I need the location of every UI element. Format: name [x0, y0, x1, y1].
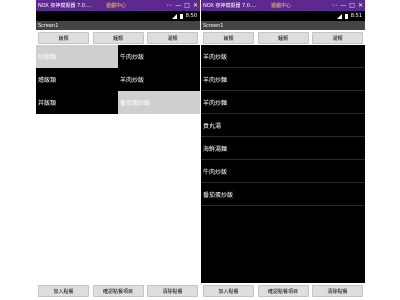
- window-controls: ⋯ — □ ✕: [166, 0, 198, 11]
- list-item[interactable]: 羊肉炒飯: [201, 45, 365, 68]
- noodle-category-button[interactable]: 麵類: [92, 32, 144, 44]
- list-item[interactable]: 羊肉炒麵: [201, 68, 365, 91]
- game-center-link[interactable]: 遊戲中心: [106, 2, 126, 9]
- list-item[interactable]: 番茄蛋炒飯: [201, 183, 365, 206]
- maximize-icon[interactable]: □: [184, 2, 190, 9]
- soup-category-button[interactable]: 湯類: [312, 32, 363, 44]
- order-actions: 加入點餐 確認點餐項目 清除點餐: [201, 285, 365, 297]
- status-time: 8:50: [185, 13, 197, 19]
- emulator-title-bar: NOX 夜神模擬器 7.0.... 遊戲中心 ⋯ — □ ✕: [36, 0, 200, 11]
- maximize-icon[interactable]: □: [349, 2, 355, 9]
- emulator-title-bar: NOX 夜神模擬器 7.0.... 遊戲中心 ⋯ — □ ✕: [201, 0, 365, 11]
- soup-category-button[interactable]: 湯類: [147, 32, 198, 44]
- grid-row: 丼飯類 番茄蛋炒飯: [36, 91, 200, 114]
- confirm-order-button[interactable]: 確認點餐項目: [92, 285, 144, 297]
- page: NOX 夜神模擬器 7.0.... 遊戲中心 ⋯ — □ ✕ 8:50 Scre…: [0, 0, 400, 300]
- confirm-order-button[interactable]: 確認點餐項目: [257, 285, 309, 297]
- emulator-app-label: NOX 夜神模擬器 7.0....: [203, 3, 257, 9]
- dish-item[interactable]: 番茄蛋炒飯: [118, 91, 200, 114]
- subcategory-item[interactable]: 燴飯類: [36, 68, 118, 91]
- screen-title: Screen1: [203, 22, 224, 29]
- status-time: 8:51: [350, 13, 362, 19]
- grid-row: 燴飯類 羊肉炒飯: [36, 68, 200, 91]
- clear-order-button[interactable]: 清除點餐: [312, 285, 363, 297]
- dish-item[interactable]: 羊肉炒飯: [118, 68, 200, 91]
- add-order-button[interactable]: 加入點餐: [38, 285, 89, 297]
- clear-order-button[interactable]: 清除點餐: [147, 285, 198, 297]
- list-item[interactable]: 牛肉炒飯: [201, 160, 365, 183]
- close-icon[interactable]: ✕: [193, 2, 198, 9]
- order-list: 羊肉炒飯 羊肉炒麵 羊肉炒麵 貢丸湯 海鮮湯麵 牛肉炒飯 番茄蛋炒飯: [201, 45, 365, 283]
- more-icon[interactable]: ⋯: [331, 2, 337, 9]
- game-center-link[interactable]: 遊戲中心: [271, 2, 291, 9]
- list-item[interactable]: 海鮮湯麵: [201, 137, 365, 160]
- minimize-icon[interactable]: —: [340, 2, 346, 9]
- battery-icon: [179, 13, 183, 19]
- subcategory-item[interactable]: 丼飯類: [36, 91, 118, 114]
- emulator-app-label: NOX 夜神模擬器 7.0....: [38, 3, 92, 9]
- grid-row: 炒飯類 牛肉炒飯: [36, 45, 200, 68]
- more-icon[interactable]: ⋯: [166, 2, 172, 9]
- screen-title: Screen1: [38, 22, 59, 29]
- battery-icon: [344, 13, 348, 19]
- add-order-button[interactable]: 加入點餐: [203, 285, 254, 297]
- minimize-icon[interactable]: —: [175, 2, 181, 9]
- signal-icon: [336, 13, 342, 19]
- menu-grid: 炒飯類 牛肉炒飯 燴飯類 羊肉炒飯 丼飯類 番茄蛋炒飯: [36, 45, 200, 114]
- dish-item[interactable]: 牛肉炒飯: [118, 45, 200, 68]
- list-item[interactable]: 羊肉炒麵: [201, 91, 365, 114]
- rice-category-button[interactable]: 飯類: [38, 32, 89, 44]
- list-item[interactable]: 貢丸湯: [201, 114, 365, 137]
- screen-title-bar: Screen1: [201, 21, 365, 30]
- window-controls: ⋯ — □ ✕: [331, 0, 363, 11]
- subcategory-item[interactable]: 炒飯類: [36, 45, 118, 68]
- order-actions: 加入點餐 確認點餐項目 清除點餐: [36, 285, 200, 297]
- screen-title-bar: Screen1: [36, 21, 200, 30]
- signal-icon: [171, 13, 177, 19]
- android-status-bar: 8:50: [36, 11, 200, 21]
- close-icon[interactable]: ✕: [358, 2, 363, 9]
- noodle-category-button[interactable]: 麵類: [257, 32, 309, 44]
- right-phone-window: NOX 夜神模擬器 7.0.... 遊戲中心 ⋯ — □ ✕ 8:51 Scre…: [201, 0, 365, 300]
- android-status-bar: 8:51: [201, 11, 365, 21]
- left-phone-window: NOX 夜神模擬器 7.0.... 遊戲中心 ⋯ — □ ✕ 8:50 Scre…: [36, 0, 200, 300]
- category-buttons: 飯類 麵類 湯類: [36, 30, 200, 45]
- rice-category-button[interactable]: 飯類: [203, 32, 254, 44]
- category-buttons: 飯類 麵類 湯類: [201, 30, 365, 45]
